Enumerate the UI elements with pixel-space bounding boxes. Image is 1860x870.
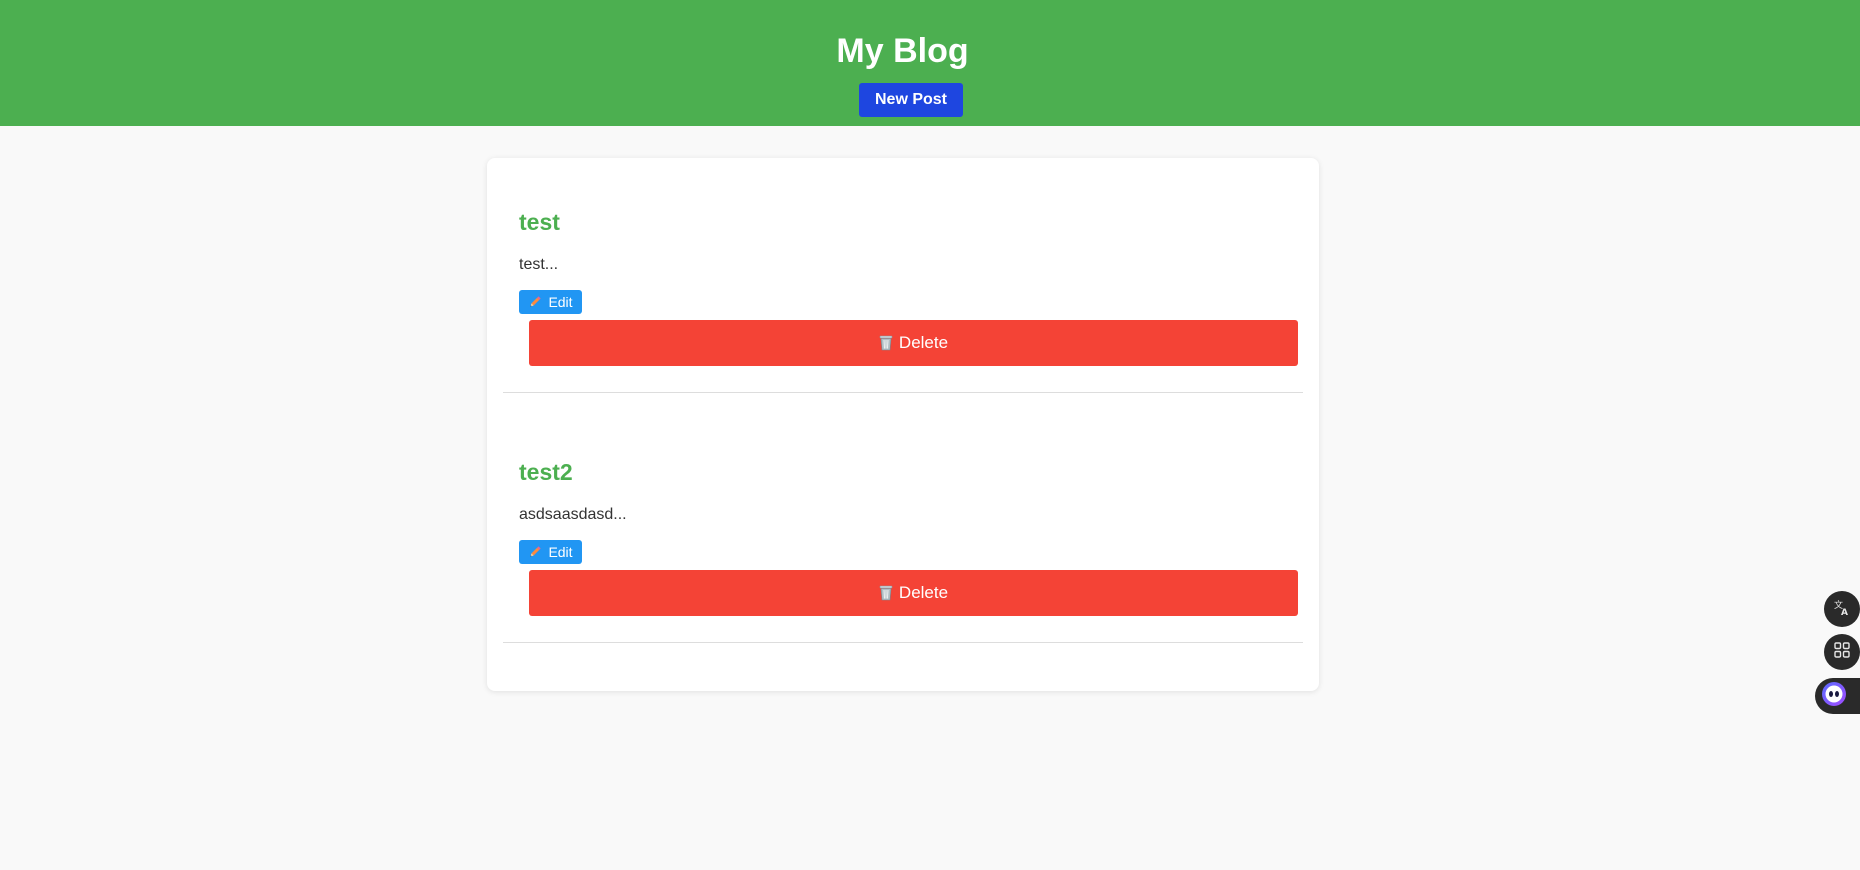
edit-label: Edit xyxy=(548,294,573,310)
apps-grid-icon xyxy=(1833,641,1851,664)
post-title[interactable]: test xyxy=(519,207,560,237)
delete-button[interactable]: Delete xyxy=(529,570,1298,616)
post-item: test test... Edit Delete xyxy=(503,158,1303,393)
assistant-bot-icon xyxy=(1821,681,1847,712)
post-item: test2 asdsaasdasd... Edit Delete xyxy=(503,408,1303,643)
delete-label: Delete xyxy=(898,583,949,602)
translate-button[interactable]: 文 A xyxy=(1824,591,1860,627)
assistant-button[interactable] xyxy=(1815,678,1860,714)
site-header: My Blog New Post xyxy=(0,0,1860,126)
delete-button[interactable]: Delete xyxy=(529,320,1298,366)
post-title[interactable]: test2 xyxy=(519,457,573,487)
apps-button[interactable] xyxy=(1824,634,1860,670)
edit-label: Edit xyxy=(548,544,573,560)
posts-list: test test... Edit Delete test2 asdsaasda… xyxy=(487,158,1319,691)
wastebasket-icon xyxy=(879,585,893,601)
post-excerpt: asdsaasdasd... xyxy=(519,506,627,523)
translate-icon: 文 A xyxy=(1833,598,1851,621)
svg-text:A: A xyxy=(1841,608,1848,616)
pencil-icon xyxy=(528,295,542,309)
edit-button[interactable]: Edit xyxy=(519,540,582,564)
wastebasket-icon xyxy=(879,335,893,351)
edit-button[interactable]: Edit xyxy=(519,290,582,314)
new-post-button[interactable]: New Post xyxy=(859,83,963,117)
pencil-icon xyxy=(528,545,542,559)
site-title: My Blog xyxy=(836,32,969,70)
delete-label: Delete xyxy=(898,333,949,352)
post-excerpt: test... xyxy=(519,256,559,273)
